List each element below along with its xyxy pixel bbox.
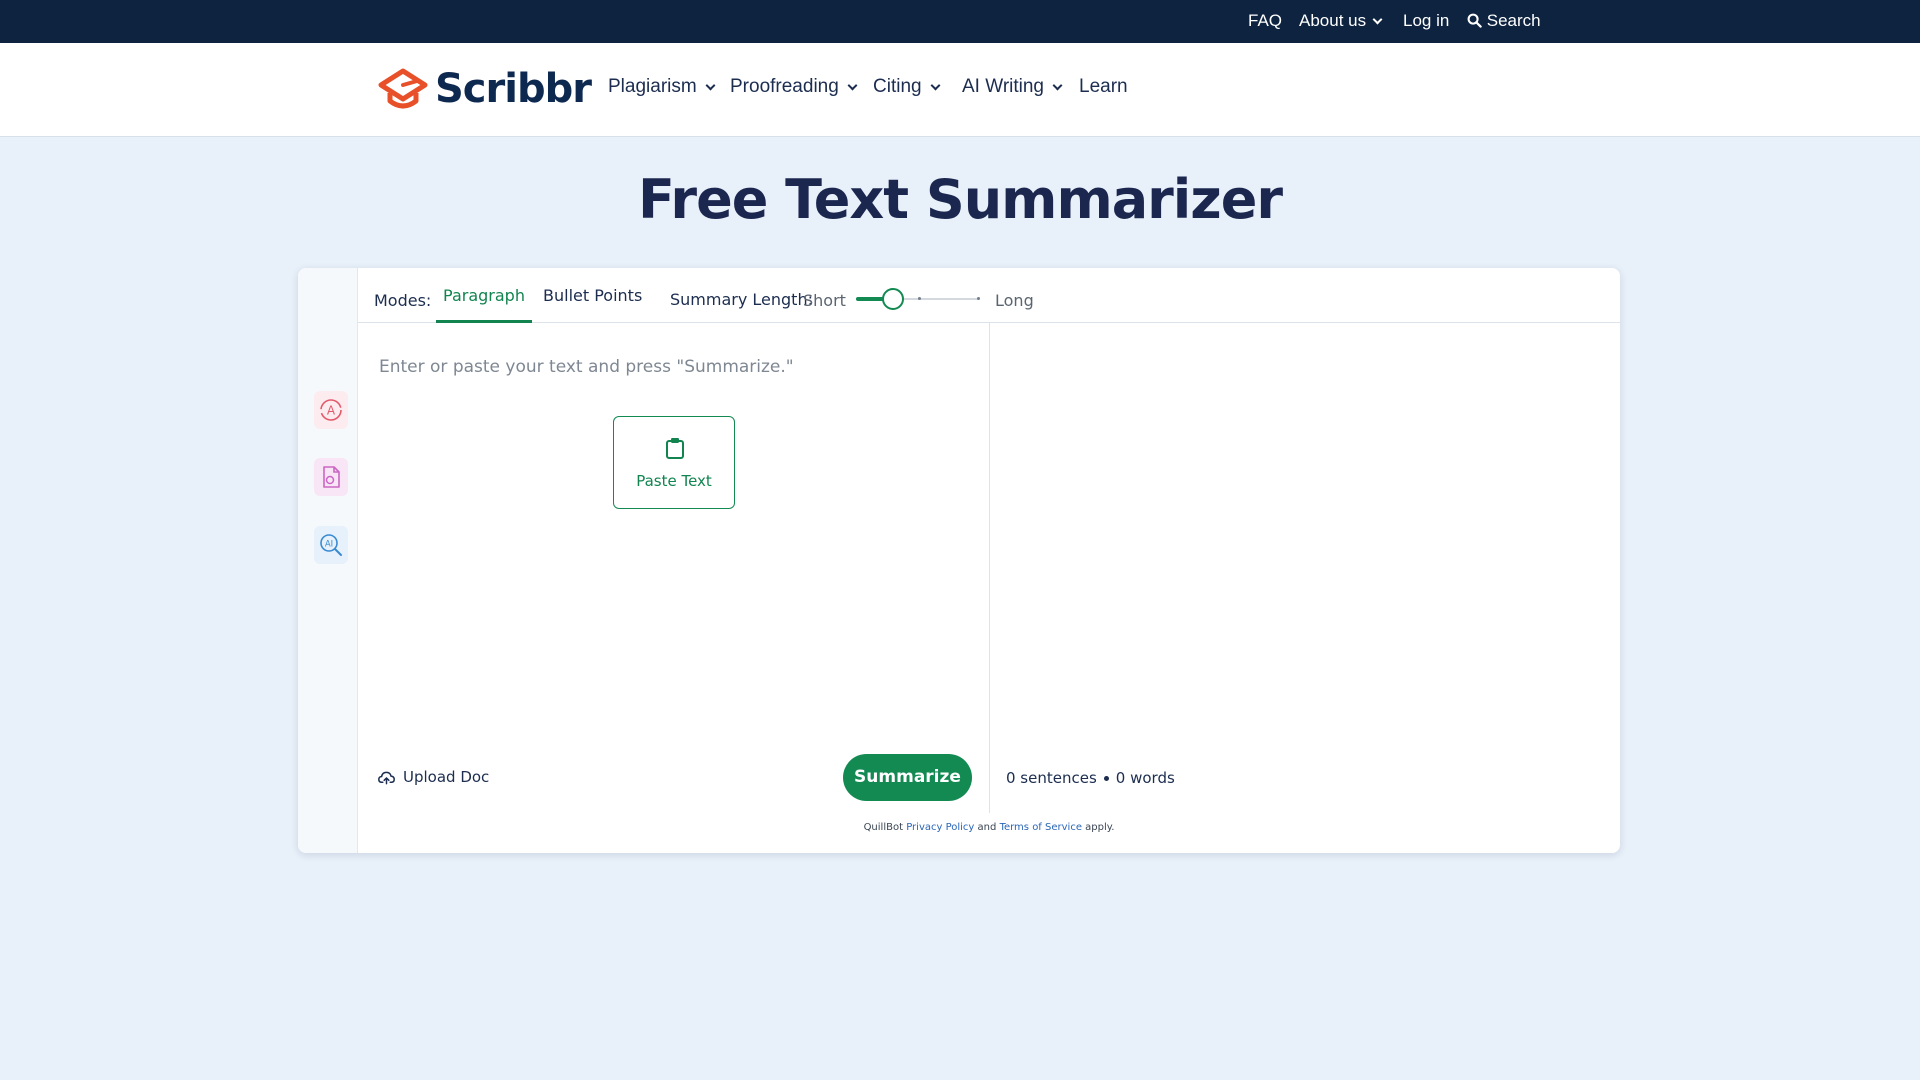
word-count: 0 words <box>1115 769 1175 787</box>
search-link[interactable]: Search <box>1467 0 1541 43</box>
privacy-policy-link[interactable]: Privacy Policy <box>906 822 974 833</box>
chevron-down-icon <box>1372 14 1383 25</box>
summary-stats: 0 sentences 0 words <box>1006 769 1175 787</box>
paste-text-button[interactable]: Paste Text <box>613 416 735 509</box>
login-link[interactable]: Log in <box>1403 0 1449 43</box>
scribbr-logo[interactable]: Scribbr <box>377 63 592 115</box>
svg-text:A: A <box>327 404 336 418</box>
top-utility-bar: FAQ About us Log in Search <box>0 0 1920 43</box>
nav-label: Proofreading <box>730 76 839 97</box>
paste-text-label: Paste Text <box>636 472 712 490</box>
nav-proofreading[interactable]: Proofreading <box>730 76 858 98</box>
terms-of-service-link[interactable]: Terms of Service <box>1000 822 1082 833</box>
length-slider-thumb[interactable] <box>881 288 904 310</box>
graduation-cap-logo-icon <box>378 68 428 109</box>
tool-sidebar: A AI <box>298 268 358 853</box>
upload-doc-label: Upload Doc <box>403 768 490 786</box>
modes-label: Modes: <box>374 291 432 310</box>
ai-detector-tool-button[interactable]: AI <box>314 526 348 564</box>
faq-link[interactable]: FAQ <box>1248 0 1282 43</box>
cloud-upload-icon <box>378 771 395 784</box>
legal-and: and <box>977 822 997 833</box>
page-title: Free Text Summarizer <box>638 168 1283 231</box>
paraphraser-tool-button[interactable]: A <box>314 391 348 429</box>
nav-learn[interactable]: Learn <box>1079 76 1128 98</box>
legal-prefix: QuillBot <box>863 822 904 833</box>
brand-name: Scribbr <box>435 66 592 112</box>
length-long-label: Long <box>995 291 1034 310</box>
about-us-menu[interactable]: About us <box>1299 0 1383 43</box>
legal-notice: QuillBot Privacy Policy and Terms of Ser… <box>358 822 1620 833</box>
legal-suffix: apply. <box>1085 822 1115 833</box>
text-input-placeholder[interactable]: Enter or paste your text and press "Summ… <box>379 357 794 377</box>
tool-toolbar: Modes: Paragraph Bullet Points Summary L… <box>358 268 1620 323</box>
nav-label: Plagiarism <box>608 76 697 97</box>
summarizer-tool-card: A AI Modes: Paragraph Bullet Points Summ… <box>298 268 1620 853</box>
document-icon <box>323 466 340 488</box>
nav-ai-writing[interactable]: AI Writing <box>962 76 1063 98</box>
svg-text:AI: AI <box>325 540 333 550</box>
slider-step-dot <box>977 297 980 300</box>
clipboard-icon <box>666 438 684 459</box>
nav-label: Citing <box>873 76 922 97</box>
nav-citing[interactable]: Citing <box>873 76 941 98</box>
about-us-label: About us <box>1299 11 1367 30</box>
paraphraser-icon: A <box>320 399 342 421</box>
summary-length-label: Summary Length: <box>670 290 813 309</box>
search-label: Search <box>1486 11 1541 30</box>
search-icon <box>1467 13 1482 28</box>
chevron-down-icon <box>1052 80 1063 91</box>
pane-divider <box>989 323 990 813</box>
nav-label: AI Writing <box>962 76 1045 97</box>
plagiarism-tool-button[interactable] <box>314 458 348 496</box>
chevron-down-icon <box>705 80 716 91</box>
separator-dot <box>1103 776 1109 781</box>
tab-bullet-points[interactable]: Bullet Points <box>543 268 642 323</box>
nav-label: Learn <box>1079 76 1128 97</box>
ai-detector-icon: AI <box>320 534 342 556</box>
chevron-down-icon <box>847 80 858 91</box>
sentence-count: 0 sentences <box>1006 769 1097 787</box>
main-header: Scribbr Plagiarism Proofreading Citing A… <box>0 43 1920 137</box>
slider-step-dot <box>918 297 921 300</box>
upload-doc-button[interactable]: Upload Doc <box>378 768 489 786</box>
summarize-button[interactable]: Summarize <box>843 754 972 801</box>
chevron-down-icon <box>930 80 941 91</box>
length-short-label: Short <box>803 291 846 310</box>
tab-paragraph[interactable]: Paragraph <box>436 268 532 323</box>
nav-plagiarism[interactable]: Plagiarism <box>608 76 716 98</box>
